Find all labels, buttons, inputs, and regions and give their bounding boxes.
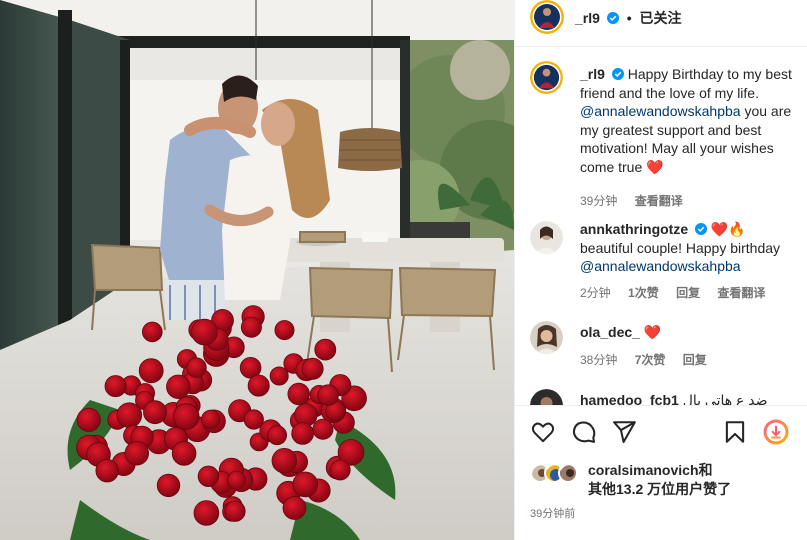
rose bbox=[287, 382, 310, 406]
verified-badge-icon bbox=[695, 223, 708, 235]
rose bbox=[172, 403, 200, 430]
commenter-avatar[interactable] bbox=[530, 321, 563, 354]
comment-text: ola_dec_ ❤️ bbox=[580, 323, 802, 342]
post-actions: coralsimanovich和 其他13.2 万位用户赞了 39分钟前 bbox=[515, 405, 807, 540]
comment-reply-button[interactable]: 回复 bbox=[676, 286, 700, 300]
rose bbox=[301, 357, 324, 380]
comment-body: ضد ع هاتي بال bbox=[682, 392, 768, 405]
rose bbox=[143, 400, 167, 425]
liker-avatar bbox=[558, 463, 578, 483]
commenter-avatar[interactable] bbox=[530, 221, 563, 254]
rose bbox=[76, 407, 101, 432]
rose bbox=[171, 441, 197, 466]
rose bbox=[269, 366, 289, 386]
heart-icon[interactable] bbox=[530, 419, 556, 445]
post-sidebar: _rl9 • 已关注 _rl9 Happy Birthday to my bes… bbox=[514, 0, 807, 540]
verified-badge-icon bbox=[611, 68, 624, 80]
likes-text: coralsimanovich和 其他13.2 万位用户赞了 bbox=[588, 461, 807, 499]
rose bbox=[291, 422, 314, 445]
separator-dot: • bbox=[626, 10, 632, 26]
rose bbox=[227, 470, 247, 490]
rose bbox=[292, 471, 319, 498]
rose bbox=[314, 338, 337, 361]
rose bbox=[201, 409, 221, 429]
rose bbox=[95, 459, 119, 483]
comment-icon[interactable] bbox=[571, 419, 597, 445]
liker-avatars bbox=[530, 463, 586, 485]
heart-fire-emoji: ❤️🔥 bbox=[710, 221, 746, 237]
rose bbox=[274, 320, 295, 341]
comment-meta: 38分钟 7次赞 回复 bbox=[580, 351, 721, 368]
caption-translate-link[interactable]: 查看翻译 bbox=[635, 194, 683, 208]
liker-username[interactable]: coralsimanovich bbox=[588, 462, 699, 478]
rose bbox=[312, 418, 334, 440]
comment-reply-button[interactable]: 回复 bbox=[683, 353, 707, 367]
commenter-avatar[interactable] bbox=[530, 389, 563, 405]
rose bbox=[104, 375, 127, 398]
comment-text: hamedoo_fcb1 ضد ع هاتي بال bbox=[580, 391, 802, 405]
rose bbox=[267, 425, 288, 446]
comment-mention-link[interactable]: @annalewandowskahpba bbox=[580, 258, 741, 274]
rose bbox=[329, 459, 351, 481]
rose bbox=[166, 374, 191, 400]
bookmark-icon[interactable] bbox=[722, 419, 748, 445]
caption-author-avatar[interactable] bbox=[530, 61, 563, 94]
caption-mention-link[interactable]: @annalewandowskahpba bbox=[580, 103, 741, 119]
rose bbox=[142, 321, 163, 343]
commenter-username[interactable]: annkathringotze bbox=[580, 221, 688, 237]
rose bbox=[317, 384, 339, 406]
rose bbox=[271, 448, 298, 474]
likes-others-count[interactable]: 其他13.2 万位用户赞了 bbox=[588, 481, 731, 497]
comment-time[interactable]: 38分钟 bbox=[580, 353, 617, 367]
post-header: _rl9 • 已关注 bbox=[515, 0, 807, 47]
author-username[interactable]: _rl9 bbox=[575, 10, 600, 26]
follow-status-button[interactable]: 已关注 bbox=[640, 10, 682, 26]
post-photo[interactable] bbox=[0, 0, 514, 540]
rose bbox=[282, 496, 307, 520]
caption-meta: 39分钟 查看翻译 bbox=[580, 192, 697, 209]
rose bbox=[186, 357, 207, 378]
likes-and: 和 bbox=[698, 462, 713, 478]
rose bbox=[224, 500, 246, 522]
post-viewer: _rl9 • 已关注 _rl9 Happy Birthday to my bes… bbox=[0, 0, 807, 540]
comment-time[interactable]: 2分钟 bbox=[580, 286, 611, 300]
rose bbox=[240, 316, 262, 338]
caption-username[interactable]: _rl9 bbox=[580, 66, 605, 82]
rose bbox=[138, 358, 164, 384]
rose bbox=[156, 473, 181, 498]
rose bbox=[124, 441, 150, 466]
rose bbox=[193, 500, 220, 526]
heart-emoji: ❤️ bbox=[643, 324, 662, 340]
author-avatar[interactable] bbox=[530, 0, 564, 34]
comment-likes-count[interactable]: 7次赞 bbox=[635, 353, 666, 367]
download-icon[interactable] bbox=[763, 419, 789, 445]
comment-text: annkathringotze ❤️🔥 beautiful couple! Ha… bbox=[580, 220, 802, 276]
share-icon[interactable] bbox=[611, 419, 637, 445]
caption-text: _rl9 Happy Birthday to my best friend an… bbox=[580, 65, 802, 176]
rose bbox=[191, 318, 218, 346]
commenter-username[interactable]: ola_dec_ bbox=[580, 324, 640, 340]
comment-body: beautiful couple! Happy birthday bbox=[580, 239, 781, 256]
comment-translate-link[interactable]: 查看翻译 bbox=[717, 286, 765, 300]
comment-likes-count[interactable]: 1次赞 bbox=[628, 286, 659, 300]
rose bbox=[247, 374, 270, 397]
commenter-username[interactable]: hamedoo_fcb1 bbox=[580, 392, 679, 405]
caption-time[interactable]: 39分钟 bbox=[580, 194, 617, 208]
rose bbox=[197, 465, 220, 488]
comments-list[interactable]: _rl9 Happy Birthday to my best friend an… bbox=[515, 47, 807, 405]
heart-emoji: ❤️ bbox=[646, 158, 664, 175]
verified-badge-icon bbox=[606, 12, 619, 24]
comment-meta: 2分钟 1次赞 回复 查看翻译 bbox=[580, 284, 779, 301]
post-timestamp[interactable]: 39分钟前 bbox=[530, 505, 575, 521]
photo-illustration bbox=[0, 0, 514, 540]
